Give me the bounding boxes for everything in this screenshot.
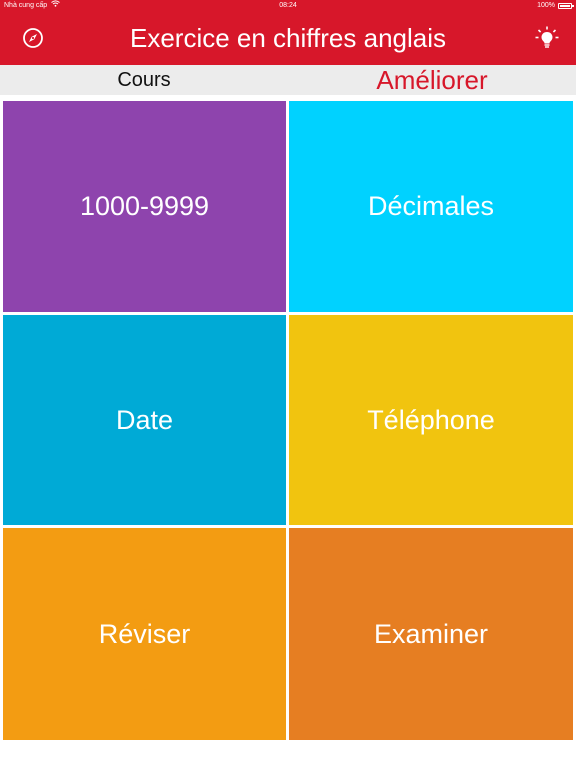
segment-cours[interactable]: Cours: [0, 65, 288, 95]
tile-label: Réviser: [98, 618, 191, 649]
tile-label: 1000-9999: [79, 191, 210, 221]
tile-label: Téléphone: [367, 404, 495, 435]
tile-reviser[interactable]: Réviser: [3, 528, 286, 740]
battery-indicator: 100%: [537, 0, 574, 12]
tile-grid: 1000-9999 Décimales Date Téléphone Révis…: [0, 95, 576, 768]
battery-percent: 100%: [537, 2, 555, 9]
tile-decimales[interactable]: Décimales: [289, 101, 573, 312]
tile-examiner[interactable]: Examiner: [289, 528, 573, 740]
battery-icon: [558, 3, 574, 9]
tile-1000-9999[interactable]: 1000-9999: [3, 101, 286, 312]
clock-time: 08:24: [279, 2, 297, 9]
tile-date[interactable]: Date: [3, 315, 286, 525]
tile-label: Examiner: [373, 618, 489, 649]
status-bar: Nhà cung cấp 08:24 100%: [0, 0, 576, 12]
lightbulb-button[interactable]: [534, 25, 560, 51]
lightbulb-icon: [535, 26, 559, 48]
navigation-bar: Exercice en chiffres anglais: [0, 12, 576, 65]
segment-ameliorer[interactable]: Améliorer: [288, 65, 576, 95]
segment-bar: Cours Améliorer: [0, 65, 576, 95]
tile-label: Décimales: [367, 191, 495, 221]
page-title: Exercice en chiffres anglais: [129, 23, 446, 53]
tile-telephone[interactable]: Téléphone: [289, 315, 573, 525]
tile-label: Date: [115, 404, 174, 435]
battery-fill: [560, 5, 570, 7]
